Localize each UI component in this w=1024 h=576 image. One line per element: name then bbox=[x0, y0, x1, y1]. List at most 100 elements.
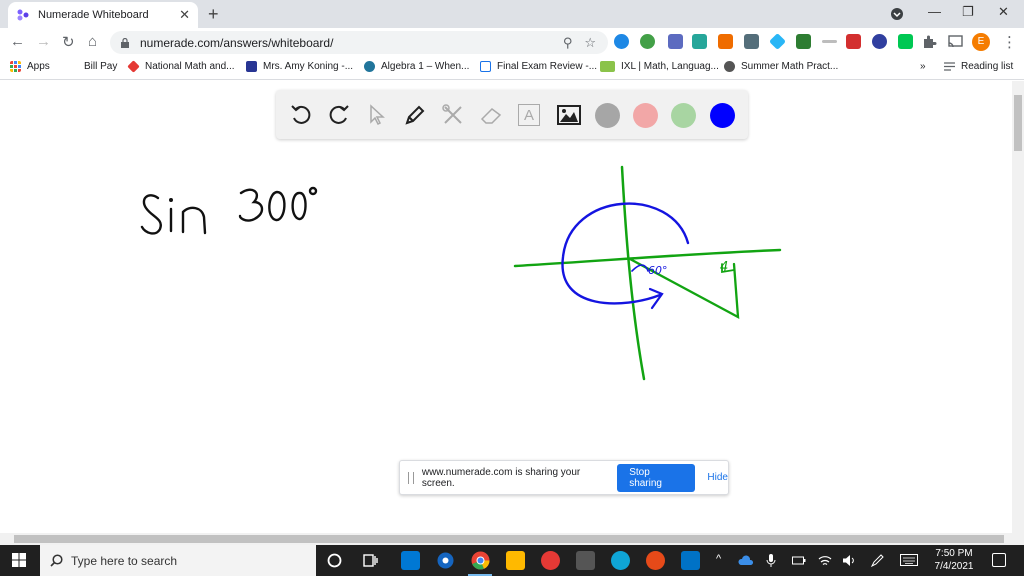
bookmark-algebra-1[interactable]: Algebra 1 – When... bbox=[364, 61, 469, 72]
scroll-thumb[interactable] bbox=[14, 535, 1004, 543]
bookmarks-overflow-button[interactable]: » bbox=[920, 61, 926, 72]
color-swatch-blue[interactable] bbox=[710, 103, 735, 128]
notifications-icon[interactable] bbox=[992, 553, 1006, 567]
side-label: 4 bbox=[720, 260, 728, 275]
pen-icon[interactable] bbox=[402, 102, 428, 128]
battery-icon[interactable] bbox=[792, 555, 806, 566]
reload-button[interactable]: ↻ bbox=[62, 33, 75, 51]
bookmarks-bar: Apps Bill Pay National Math and... Mrs. … bbox=[0, 56, 1024, 80]
drag-handle[interactable] bbox=[408, 471, 414, 484]
extension-icon[interactable] bbox=[614, 34, 629, 49]
image-icon[interactable] bbox=[556, 102, 582, 128]
system-clock[interactable]: 7:50 PM 7/4/2021 bbox=[930, 547, 978, 573]
file-explorer-icon[interactable] bbox=[506, 551, 525, 570]
pdf-extension-icon[interactable] bbox=[846, 34, 861, 49]
wifi-icon[interactable] bbox=[818, 554, 832, 567]
reading-list-icon bbox=[944, 62, 955, 71]
bookmark-label: Summer Math Pract... bbox=[741, 61, 839, 72]
store-icon[interactable] bbox=[576, 551, 595, 570]
extension-icon[interactable] bbox=[640, 34, 655, 49]
tray-overflow-icon[interactable]: ^ bbox=[716, 553, 721, 565]
scroll-thumb[interactable] bbox=[1014, 95, 1022, 151]
browser-tab-bar: Numerade Whiteboard ✕ + — ❐ ✕ bbox=[0, 0, 1024, 28]
extension-icon[interactable] bbox=[796, 34, 811, 49]
hide-button[interactable]: Hide bbox=[707, 472, 728, 483]
reading-list-label: Reading list bbox=[961, 61, 1014, 72]
bookmark-national-math[interactable]: National Math and... bbox=[127, 60, 235, 73]
pen-workspace-icon[interactable] bbox=[870, 554, 884, 567]
zoom-icon[interactable]: ⚲ bbox=[563, 35, 573, 51]
taskbar-search-box[interactable]: Type here to search bbox=[40, 545, 316, 576]
extension-icon[interactable] bbox=[872, 34, 887, 49]
extensions-puzzle-icon[interactable] bbox=[922, 34, 937, 49]
eraser-icon[interactable] bbox=[478, 102, 504, 128]
volume-icon[interactable] bbox=[842, 554, 856, 567]
onedrive-icon[interactable] bbox=[738, 555, 754, 566]
cortana-icon[interactable] bbox=[325, 551, 344, 570]
extension-icon[interactable] bbox=[769, 33, 786, 50]
outlook-icon[interactable] bbox=[681, 551, 700, 570]
restore-button[interactable]: ❐ bbox=[962, 4, 974, 20]
extension-icon[interactable] bbox=[744, 34, 759, 49]
tab-search-icon[interactable] bbox=[890, 7, 904, 21]
extension-icon[interactable] bbox=[668, 34, 683, 49]
new-tab-button[interactable]: + bbox=[208, 4, 219, 25]
back-button[interactable]: ← bbox=[10, 33, 25, 50]
extension-icon[interactable] bbox=[822, 40, 837, 43]
extension-icon[interactable] bbox=[898, 34, 913, 49]
pointer-icon[interactable] bbox=[364, 102, 390, 128]
app-icon[interactable] bbox=[541, 551, 560, 570]
undo-icon[interactable] bbox=[288, 102, 314, 128]
forward-button[interactable]: → bbox=[36, 33, 51, 50]
app-icon[interactable] bbox=[646, 551, 665, 570]
photos-app-icon[interactable] bbox=[401, 551, 420, 570]
chrome-menu-icon[interactable]: ⋮ bbox=[1002, 33, 1017, 51]
vertical-scrollbar[interactable] bbox=[1012, 81, 1024, 533]
minimize-button[interactable]: — bbox=[928, 4, 941, 19]
extension-icon[interactable] bbox=[718, 34, 733, 49]
horizontal-scrollbar[interactable] bbox=[0, 533, 1024, 545]
window-close-button[interactable]: ✕ bbox=[998, 4, 1009, 20]
bookmark-bill-pay[interactable]: Bill Pay bbox=[84, 61, 117, 72]
windows-taskbar: Type here to search ^ 7:50 PM 7/4/2021 bbox=[0, 545, 1024, 576]
chrome-app-icon[interactable] bbox=[471, 551, 490, 570]
task-view-icon[interactable] bbox=[361, 551, 380, 570]
screen-sharing-bar: www.numerade.com is sharing your screen.… bbox=[399, 460, 729, 495]
reading-list-button[interactable]: Reading list bbox=[944, 61, 1013, 72]
bookmark-label: Bill Pay bbox=[84, 61, 118, 72]
profile-avatar[interactable]: E bbox=[972, 33, 990, 51]
address-bar[interactable]: numerade.com/answers/whiteboard/ ⚲ ☆ bbox=[110, 31, 608, 54]
tools-icon[interactable] bbox=[440, 102, 466, 128]
clock-date: 7/4/2021 bbox=[934, 561, 974, 572]
windows-start-icon[interactable] bbox=[12, 553, 26, 567]
extension-icon[interactable] bbox=[692, 34, 707, 49]
color-swatch-green[interactable] bbox=[671, 103, 696, 128]
bookmark-final-exam-review[interactable]: Final Exam Review -... bbox=[480, 61, 597, 72]
bookmark-favicon-icon bbox=[246, 61, 257, 72]
color-swatch-gray[interactable] bbox=[595, 103, 620, 128]
home-button[interactable]: ⌂ bbox=[88, 33, 97, 50]
keyboard-icon[interactable] bbox=[900, 554, 918, 566]
bookmark-label: IXL | Math, Languag... bbox=[621, 61, 719, 72]
color-swatch-pink[interactable] bbox=[633, 103, 658, 128]
media-app-icon[interactable] bbox=[436, 551, 455, 570]
bookmark-label: Final Exam Review -... bbox=[497, 61, 598, 72]
cast-icon[interactable] bbox=[948, 34, 963, 49]
edge-icon[interactable] bbox=[611, 551, 630, 570]
microphone-icon[interactable] bbox=[766, 553, 776, 568]
bookmark-summer-math[interactable]: Summer Math Pract... bbox=[724, 61, 838, 72]
redo-icon[interactable] bbox=[326, 102, 352, 128]
bookmark-apps[interactable]: Apps bbox=[10, 61, 50, 72]
bookmark-star-icon[interactable]: ☆ bbox=[584, 35, 596, 51]
tab-title: Numerade Whiteboard bbox=[38, 9, 149, 21]
search-icon bbox=[50, 554, 63, 567]
bookmark-mrs-amy-koning[interactable]: Mrs. Amy Koning -... bbox=[246, 61, 353, 72]
stop-sharing-button[interactable]: Stop sharing bbox=[617, 463, 696, 492]
tab-numerade-whiteboard[interactable]: Numerade Whiteboard ✕ bbox=[8, 2, 198, 28]
text-icon[interactable]: A bbox=[518, 104, 540, 126]
sharing-message: www.numerade.com is sharing your screen. bbox=[421, 466, 581, 489]
bookmark-label: Mrs. Amy Koning -... bbox=[263, 61, 354, 72]
bookmark-ixl[interactable]: IXL | Math, Languag... bbox=[600, 61, 719, 72]
bookmark-label: Algebra 1 – When... bbox=[381, 61, 470, 72]
tab-close-icon[interactable]: ✕ bbox=[179, 7, 190, 23]
